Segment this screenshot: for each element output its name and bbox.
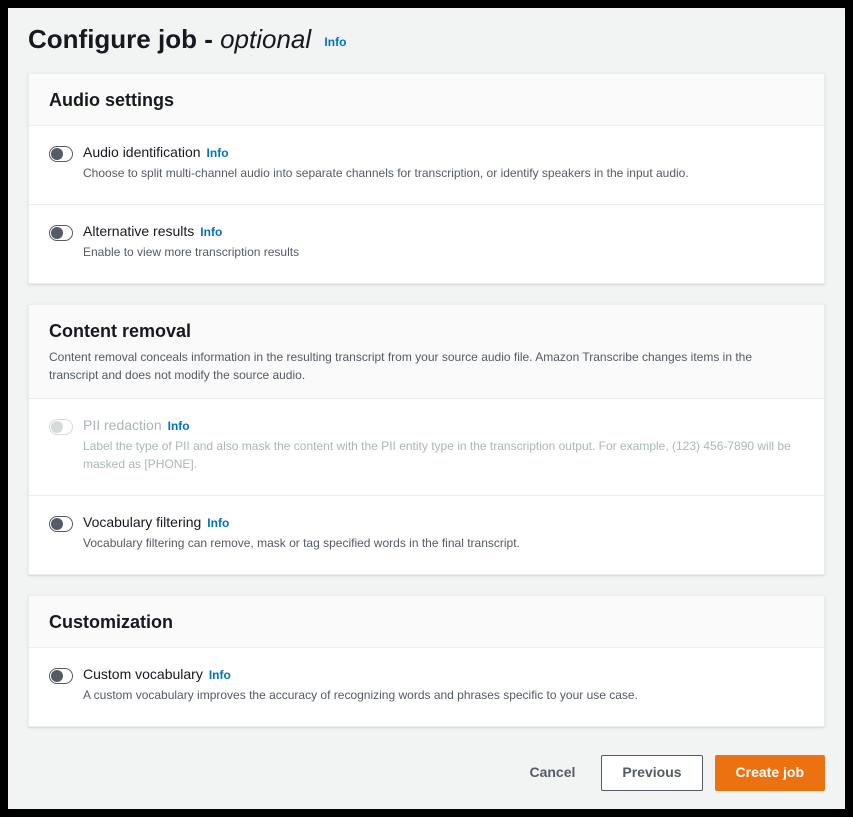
cancel-button[interactable]: Cancel (515, 756, 589, 790)
content-removal-title: Content removal (49, 321, 804, 342)
audio-identification-info-link[interactable]: Info (207, 146, 229, 160)
pii-redaction-content: PII redaction Info Label the type of PII… (83, 417, 804, 473)
content-removal-panel: Content removal Content removal conceals… (28, 304, 825, 575)
page-title-optional: optional (220, 24, 311, 54)
pii-redaction-toggle (49, 419, 73, 435)
alternative-results-toggle[interactable] (49, 225, 73, 241)
alternative-results-content: Alternative results Info Enable to view … (83, 223, 804, 261)
vocabulary-filtering-toggle[interactable] (49, 516, 73, 532)
page-header: Configure job - optional Info (28, 24, 825, 55)
audio-identification-desc: Choose to split multi-channel audio into… (83, 164, 804, 182)
footer: Cancel Previous Create job (28, 747, 825, 791)
pii-redaction-desc: Label the type of PII and also mask the … (83, 437, 804, 473)
page-title-info-link[interactable]: Info (324, 35, 346, 49)
customization-body: Custom vocabulary Info A custom vocabula… (29, 648, 824, 726)
audio-settings-title: Audio settings (49, 90, 804, 111)
audio-identification-title-row: Audio identification Info (83, 144, 804, 160)
create-job-button[interactable]: Create job (715, 755, 825, 791)
custom-vocabulary-row: Custom vocabulary Info A custom vocabula… (29, 648, 824, 726)
custom-vocabulary-title: Custom vocabulary (83, 666, 203, 682)
page-title-dash: - (197, 24, 220, 54)
audio-identification-row: Audio identification Info Choose to spli… (29, 126, 824, 205)
pii-redaction-title: PII redaction (83, 417, 162, 433)
vocabulary-filtering-title: Vocabulary filtering (83, 514, 201, 530)
customization-panel: Customization Custom vocabulary Info A c… (28, 595, 825, 727)
alternative-results-title: Alternative results (83, 223, 194, 239)
customization-header: Customization (29, 596, 824, 648)
page-container: Configure job - optional Info Audio sett… (8, 8, 845, 809)
audio-identification-title: Audio identification (83, 144, 201, 160)
vocabulary-filtering-row: Vocabulary filtering Info Vocabulary fil… (29, 496, 824, 574)
custom-vocabulary-content: Custom vocabulary Info A custom vocabula… (83, 666, 804, 704)
pii-redaction-title-row: PII redaction Info (83, 417, 804, 433)
audio-settings-panel: Audio settings Audio identification Info… (28, 73, 825, 284)
customization-title: Customization (49, 612, 804, 633)
audio-settings-body: Audio identification Info Choose to spli… (29, 126, 824, 283)
pii-redaction-info-link[interactable]: Info (168, 419, 190, 433)
vocabulary-filtering-content: Vocabulary filtering Info Vocabulary fil… (83, 514, 804, 552)
content-removal-header: Content removal Content removal conceals… (29, 305, 824, 399)
custom-vocabulary-info-link[interactable]: Info (209, 668, 231, 682)
content-removal-subtitle: Content removal conceals information in … (49, 348, 804, 384)
audio-identification-toggle[interactable] (49, 146, 73, 162)
page-title-prefix: Configure job (28, 24, 197, 54)
alternative-results-row: Alternative results Info Enable to view … (29, 205, 824, 283)
previous-button[interactable]: Previous (601, 755, 702, 791)
page-title: Configure job - optional (28, 24, 318, 54)
alternative-results-title-row: Alternative results Info (83, 223, 804, 239)
vocabulary-filtering-desc: Vocabulary filtering can remove, mask or… (83, 534, 804, 552)
alternative-results-desc: Enable to view more transcription result… (83, 243, 804, 261)
vocabulary-filtering-info-link[interactable]: Info (207, 516, 229, 530)
custom-vocabulary-title-row: Custom vocabulary Info (83, 666, 804, 682)
vocabulary-filtering-title-row: Vocabulary filtering Info (83, 514, 804, 530)
custom-vocabulary-desc: A custom vocabulary improves the accurac… (83, 686, 804, 704)
alternative-results-info-link[interactable]: Info (200, 225, 222, 239)
audio-settings-header: Audio settings (29, 74, 824, 126)
custom-vocabulary-toggle[interactable] (49, 668, 73, 684)
content-removal-body: PII redaction Info Label the type of PII… (29, 399, 824, 574)
audio-identification-content: Audio identification Info Choose to spli… (83, 144, 804, 182)
pii-redaction-row: PII redaction Info Label the type of PII… (29, 399, 824, 496)
